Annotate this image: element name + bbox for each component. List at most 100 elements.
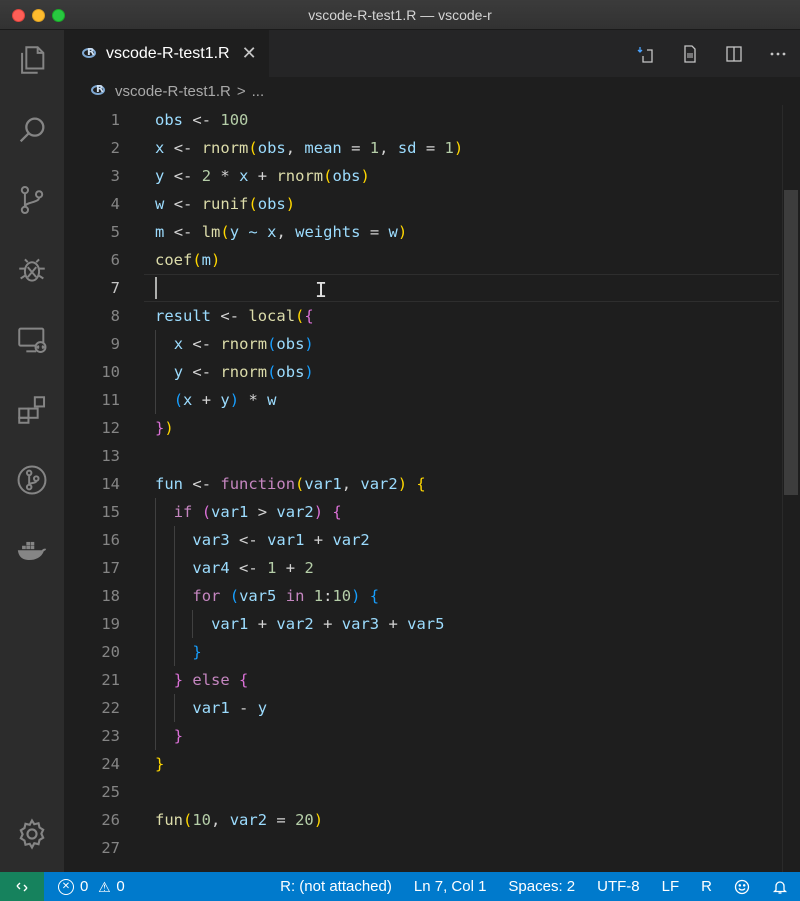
code-line[interactable]: 21 } else { bbox=[64, 666, 779, 694]
indentation[interactable]: Spaces: 2 bbox=[508, 878, 575, 895]
code-text: if (var1 > var2) { bbox=[173, 503, 342, 521]
current-line-highlight bbox=[144, 274, 779, 302]
code-text: for (var5 in 1:10) { bbox=[192, 587, 380, 605]
breadcrumb-more[interactable]: ... bbox=[252, 83, 265, 100]
code-line[interactable]: 12}) bbox=[64, 414, 779, 442]
code-line[interactable]: 11 (x + y) * w bbox=[64, 386, 779, 414]
code-line[interactable]: 14 fun <- function(var1, var2) { bbox=[64, 470, 779, 498]
source-control-icon[interactable] bbox=[12, 180, 52, 220]
code-line[interactable]: 22 var1 - y bbox=[64, 694, 779, 722]
code-text: y <- rnorm(obs) bbox=[173, 363, 314, 381]
warning-icon: ⚠ bbox=[98, 878, 111, 895]
line-number: 23 bbox=[101, 727, 120, 745]
code-text: var4 <- 1 + 2 bbox=[192, 559, 314, 577]
tab-bar: R vscode-R-test1.R ✕ bbox=[64, 30, 800, 77]
code-line[interactable]: 26 fun(10, var2 = 20) bbox=[64, 806, 779, 834]
code-line[interactable]: 24} bbox=[64, 750, 779, 778]
code-line[interactable]: 10 y <- rnorm(obs) bbox=[64, 358, 779, 386]
line-number: 18 bbox=[101, 587, 120, 605]
line-number: 3 bbox=[110, 167, 120, 185]
cursor-position[interactable]: Ln 7, Col 1 bbox=[414, 878, 487, 895]
code-text: w <- runif(obs) bbox=[155, 195, 296, 213]
code-line[interactable]: 5 m <- lm(y ~ x, weights = w) bbox=[64, 218, 779, 246]
status-bar: ✕ 0 ⚠ 0 R: (not attached) Ln 7, Col 1 Sp… bbox=[0, 872, 800, 901]
mouse-ibeam-cursor: I bbox=[315, 278, 328, 302]
code-text: var1 - y bbox=[192, 699, 268, 717]
smiley-icon[interactable] bbox=[734, 878, 750, 895]
breadcrumb-file[interactable]: vscode-R-test1.R bbox=[115, 83, 231, 100]
remote-explorer-icon[interactable] bbox=[12, 320, 52, 360]
tab-close-icon[interactable]: ✕ bbox=[242, 43, 257, 64]
code-text: }) bbox=[155, 419, 174, 437]
line-number: 11 bbox=[101, 391, 120, 409]
window-title: vscode-R-test1.R — vscode-r bbox=[308, 7, 492, 23]
end-of-line[interactable]: LF bbox=[662, 878, 680, 895]
vertical-scrollbar[interactable] bbox=[782, 105, 800, 872]
encoding[interactable]: UTF-8 bbox=[597, 878, 640, 895]
breadcrumb-separator: > bbox=[236, 82, 246, 100]
line-number: 13 bbox=[101, 447, 120, 465]
code-line[interactable]: 17 var4 <- 1 + 2 bbox=[64, 554, 779, 582]
files-icon[interactable] bbox=[12, 40, 52, 80]
code-line[interactable]: 4 w <- runif(obs) bbox=[64, 190, 779, 218]
code-line[interactable]: 2 x <- rnorm(obs, mean = 1, sd = 1) bbox=[64, 134, 779, 162]
code-line[interactable]: 25 bbox=[64, 778, 779, 806]
scrollbar-thumb[interactable] bbox=[784, 190, 798, 495]
extensions-icon[interactable] bbox=[12, 390, 52, 430]
line-number: 15 bbox=[101, 503, 120, 521]
code-line[interactable]: 8 result <- local({ bbox=[64, 302, 779, 330]
remote-icon[interactable] bbox=[0, 872, 44, 901]
line-number: 26 bbox=[101, 811, 120, 829]
line-number: 16 bbox=[101, 531, 120, 549]
code-line[interactable]: 6 coef(m) bbox=[64, 246, 779, 274]
code-line[interactable]: 7 bbox=[64, 274, 779, 302]
language-mode[interactable]: R bbox=[701, 878, 712, 895]
code-text: fun(10, var2 = 20) bbox=[155, 811, 324, 829]
run-file-icon[interactable] bbox=[624, 39, 668, 69]
code-line[interactable]: 16 var3 <- var1 + var2 bbox=[64, 526, 779, 554]
code-text: coef(m) bbox=[155, 251, 221, 269]
line-number: 5 bbox=[110, 223, 120, 241]
error-icon: ✕ bbox=[58, 878, 74, 895]
code-text: fun <- function(var1, var2) { bbox=[155, 475, 426, 493]
code-line[interactable]: 20 } bbox=[64, 638, 779, 666]
code-line[interactable]: 23 } bbox=[64, 722, 779, 750]
code-text: obs <- 100 bbox=[155, 111, 249, 129]
code-line[interactable]: 13 bbox=[64, 442, 779, 470]
code-text: m <- lm(y ~ x, weights = w) bbox=[155, 223, 408, 241]
docker-icon[interactable] bbox=[12, 530, 52, 570]
code-text: x <- rnorm(obs, mean = 1, sd = 1) bbox=[155, 139, 464, 157]
code-line[interactable]: 19 var1 + var2 + var3 + var5 bbox=[64, 610, 779, 638]
line-number: 19 bbox=[101, 615, 120, 633]
code-text: } else { bbox=[173, 671, 249, 689]
split-editor-icon[interactable] bbox=[712, 39, 756, 69]
problems-indicator[interactable]: ✕ 0 ⚠ 0 bbox=[58, 878, 125, 895]
line-number: 20 bbox=[101, 643, 120, 661]
r-session-status[interactable]: R: (not attached) bbox=[280, 878, 392, 895]
line-number: 14 bbox=[101, 475, 120, 493]
code-line[interactable]: 27 bbox=[64, 834, 779, 862]
debug-icon[interactable] bbox=[12, 250, 52, 290]
code-line[interactable]: 3 y <- 2 * x + rnorm(obs) bbox=[64, 162, 779, 190]
more-actions-icon[interactable] bbox=[756, 39, 800, 69]
preview-icon[interactable] bbox=[668, 39, 712, 69]
code-line[interactable]: 9 x <- rnorm(obs) bbox=[64, 330, 779, 358]
code-line[interactable]: 18 for (var5 in 1:10) { bbox=[64, 582, 779, 610]
code-text: } bbox=[192, 643, 202, 661]
tab-vscode-R-test1[interactable]: R vscode-R-test1.R ✕ bbox=[64, 30, 269, 77]
text-cursor bbox=[155, 277, 157, 299]
line-number: 24 bbox=[101, 755, 120, 773]
line-number: 17 bbox=[101, 559, 120, 577]
code-text: x <- rnorm(obs) bbox=[173, 335, 314, 353]
code-text: } bbox=[173, 727, 184, 745]
code-line[interactable]: 1 obs <- 100 bbox=[64, 106, 779, 134]
activity-bar bbox=[0, 30, 64, 872]
line-number: 8 bbox=[110, 307, 120, 325]
line-number: 12 bbox=[101, 419, 120, 437]
gear-icon[interactable] bbox=[12, 814, 52, 854]
code-line[interactable]: 15 if (var1 > var2) { bbox=[64, 498, 779, 526]
code-editor[interactable]: 1 obs <- 100 2 x <- rnorm(obs, mean = 1, sd… bbox=[64, 105, 800, 872]
search-icon[interactable] bbox=[12, 110, 52, 150]
git-graph-icon[interactable] bbox=[12, 460, 52, 500]
bell-icon[interactable] bbox=[772, 878, 788, 895]
